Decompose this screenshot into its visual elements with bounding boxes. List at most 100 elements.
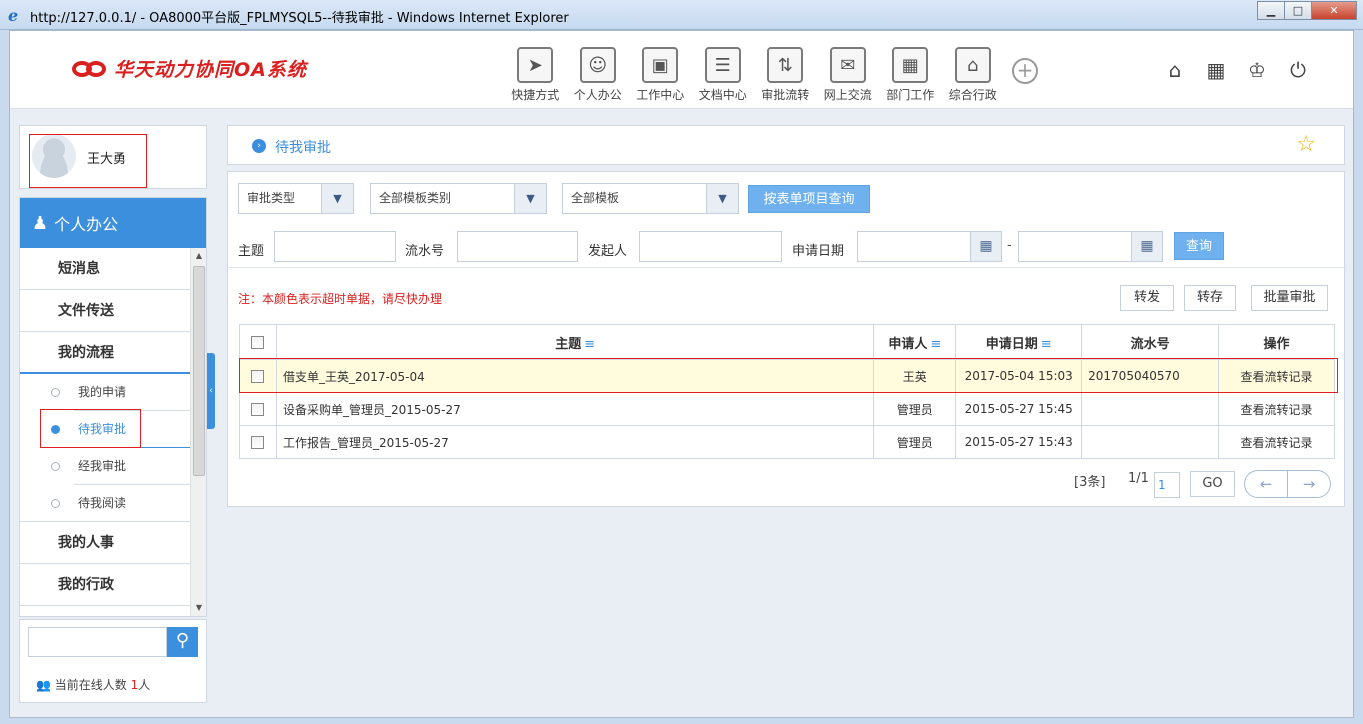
row-subject[interactable]: 工作报告_管理员_2015-05-27 bbox=[275, 425, 875, 459]
subject-input[interactable] bbox=[274, 231, 396, 262]
row-applicant: 王英 bbox=[873, 359, 957, 393]
page-title: 待我审批 bbox=[275, 140, 331, 156]
sidebar-item-my-process[interactable]: 我的流程 bbox=[20, 332, 190, 374]
calendar-icon[interactable]: ▦ bbox=[970, 232, 1001, 261]
star-icon[interactable]: ☆ bbox=[1296, 132, 1316, 157]
nav-document-center[interactable]: ☰ 文档中心 bbox=[692, 47, 755, 103]
overdue-note: 注：本颜色表示超时单据，请尽快办理 bbox=[238, 292, 443, 306]
column-header-applicant[interactable]: 申请人 ≡ bbox=[873, 324, 957, 360]
view-flow-record-link[interactable]: 查看流转记录 bbox=[1218, 359, 1335, 393]
nav-approval-flow[interactable]: ⇅ 审批流转 bbox=[754, 47, 817, 103]
page-number-input[interactable]: 1 bbox=[1154, 472, 1180, 498]
view-flow-record-link[interactable]: 查看流转记录 bbox=[1218, 425, 1335, 459]
nav-label: 综合行政 bbox=[948, 88, 997, 102]
window-titlebar: e http://127.0.0.1/ - OA8000平台版_FPLMYSQL… bbox=[0, 0, 1363, 30]
add-shortcut-icon[interactable]: + bbox=[1012, 58, 1038, 84]
arrow-left-icon[interactable]: ← bbox=[1245, 471, 1288, 497]
table-row[interactable]: 设备采购单_管理员_2015-05-27 管理员 2015-05-27 15:4… bbox=[239, 392, 1335, 426]
radio-dot-icon bbox=[51, 462, 60, 471]
sort-icon[interactable]: ≡ bbox=[584, 337, 595, 352]
column-label: 申请人 bbox=[888, 336, 928, 352]
sort-icon[interactable]: ≡ bbox=[930, 337, 941, 352]
approval-type-value: 审批类型 bbox=[247, 191, 296, 205]
column-label: 申请日期 bbox=[985, 336, 1038, 352]
forward-button[interactable]: 转发 bbox=[1120, 285, 1174, 311]
nav-personal-office[interactable]: ☺ 个人办公 bbox=[567, 47, 630, 103]
calendar-icon[interactable]: ▦ bbox=[1131, 232, 1162, 261]
sidebar-scrollbar[interactable]: ▲ ▼ bbox=[190, 248, 206, 616]
users-icon: 👥 bbox=[36, 678, 51, 692]
sidebar-section-title: 个人办公 bbox=[54, 215, 119, 234]
sidebar-item-messages[interactable]: 短消息 bbox=[20, 248, 190, 290]
query-by-form-button[interactable]: 按表单项目查询 bbox=[748, 185, 870, 213]
online-prefix: 当前在线人数 bbox=[54, 678, 127, 692]
sidebar-item-file-transfer[interactable]: 文件传送 bbox=[20, 290, 190, 332]
sidebar-search-input[interactable] bbox=[28, 627, 167, 657]
nav-department-work[interactable]: ▦ 部门工作 bbox=[879, 47, 942, 103]
row-subject[interactable]: 设备采购单_管理员_2015-05-27 bbox=[275, 392, 875, 426]
go-button[interactable]: GO bbox=[1190, 471, 1235, 497]
sidebar-item-pending-reading[interactable]: 待我阅读 bbox=[20, 485, 190, 522]
sidebar-item-pending-approval[interactable]: 待我审批 bbox=[20, 409, 190, 448]
batch-approve-button[interactable]: 批量审批 bbox=[1251, 285, 1328, 311]
column-header-date[interactable]: 申请日期 ≡ bbox=[955, 324, 1083, 360]
template-select[interactable]: 全部模板 ▼ bbox=[562, 183, 739, 214]
sidebar-item-my-admin[interactable]: 我的行政 bbox=[20, 564, 190, 606]
nav-label: 快捷方式 bbox=[511, 88, 560, 102]
row-applicant: 管理员 bbox=[873, 425, 957, 459]
grid-icon[interactable]: ▦ bbox=[1205, 59, 1227, 81]
power-icon[interactable]: ⏻ bbox=[1287, 59, 1309, 81]
scrollbar-thumb[interactable] bbox=[193, 266, 205, 476]
chevron-right-icon: › bbox=[252, 139, 266, 153]
nav-label: 文档中心 bbox=[698, 88, 747, 102]
logo-mark-icon bbox=[72, 59, 108, 79]
serial-input[interactable] bbox=[457, 231, 578, 262]
row-checkbox-cell bbox=[239, 425, 277, 459]
query-button[interactable]: 查询 bbox=[1174, 232, 1224, 260]
sort-icon[interactable]: ≡ bbox=[1041, 337, 1052, 352]
total-count: [3条] bbox=[1074, 475, 1106, 490]
shirt-icon[interactable]: ♔ bbox=[1246, 59, 1268, 81]
header-tools: ⌂ ▦ ♔ ⏻ bbox=[1145, 59, 1309, 81]
row-subject[interactable]: 借支单_王英_2017-05-04 bbox=[275, 359, 875, 393]
approval-type-select[interactable]: 审批类型 ▼ bbox=[238, 183, 354, 214]
date-from-input[interactable]: ▦ bbox=[857, 231, 1002, 262]
arrow-right-icon[interactable]: → bbox=[1288, 471, 1330, 497]
template-category-select[interactable]: 全部模板类别 ▼ bbox=[370, 183, 547, 214]
home-icon[interactable]: ⌂ bbox=[1164, 59, 1186, 81]
view-flow-record-link[interactable]: 查看流转记录 bbox=[1218, 392, 1335, 426]
window-title: http://127.0.0.1/ - OA8000平台版_FPLMYSQL5-… bbox=[30, 11, 569, 26]
select-all-cell bbox=[239, 324, 277, 360]
nav-online-exchange[interactable]: ✉ 网上交流 bbox=[817, 47, 880, 103]
save-as-button[interactable]: 转存 bbox=[1184, 285, 1236, 311]
sidebar-section-header[interactable]: ♟ 个人办公 bbox=[20, 198, 206, 248]
close-button[interactable]: ✕ bbox=[1311, 1, 1357, 20]
sidebar-item-label: 待我阅读 bbox=[78, 496, 127, 510]
select-all-checkbox[interactable] bbox=[251, 335, 265, 349]
user-selection-outline bbox=[29, 134, 147, 188]
sidebar-collapse-toggle[interactable]: ‹ bbox=[207, 353, 215, 429]
nav-shortcuts[interactable]: ➤ 快捷方式 bbox=[504, 47, 567, 103]
initiator-input[interactable] bbox=[639, 231, 782, 262]
column-header-subject[interactable]: 主题 ≡ bbox=[275, 324, 875, 360]
search-icon[interactable]: ⚲ bbox=[167, 627, 198, 657]
maximize-button[interactable]: □ bbox=[1284, 1, 1312, 20]
table-row[interactable]: 借支单_王英_2017-05-04 王英 2017-05-04 15:03 20… bbox=[239, 359, 1335, 393]
serial-label: 流水号 bbox=[405, 244, 445, 259]
row-checkbox[interactable] bbox=[251, 370, 265, 383]
row-checkbox[interactable] bbox=[251, 436, 265, 449]
row-checkbox-cell bbox=[239, 392, 277, 426]
sidebar-item-my-applications[interactable]: 我的申请 bbox=[20, 374, 190, 411]
scroll-down-icon[interactable]: ▼ bbox=[191, 600, 206, 616]
minimize-button[interactable]: ▁ bbox=[1257, 1, 1285, 20]
row-checkbox[interactable] bbox=[251, 403, 265, 416]
nav-work-center[interactable]: ▣ 工作中心 bbox=[629, 47, 692, 103]
table-row[interactable]: 工作报告_管理员_2015-05-27 管理员 2015-05-27 15:43… bbox=[239, 425, 1335, 459]
sidebar-item-my-hr[interactable]: 我的人事 bbox=[20, 522, 190, 564]
logo[interactable]: 华天动力协同OA系统 bbox=[72, 55, 307, 82]
scroll-up-icon[interactable]: ▲ bbox=[191, 248, 206, 264]
nav-administration[interactable]: ⌂ 综合行政 bbox=[942, 47, 1005, 103]
date-to-input[interactable]: ▦ bbox=[1018, 231, 1163, 262]
sidebar-item-approved-by-me[interactable]: 经我审批 bbox=[20, 448, 190, 485]
page-indicator: 1/1 bbox=[1128, 471, 1149, 486]
